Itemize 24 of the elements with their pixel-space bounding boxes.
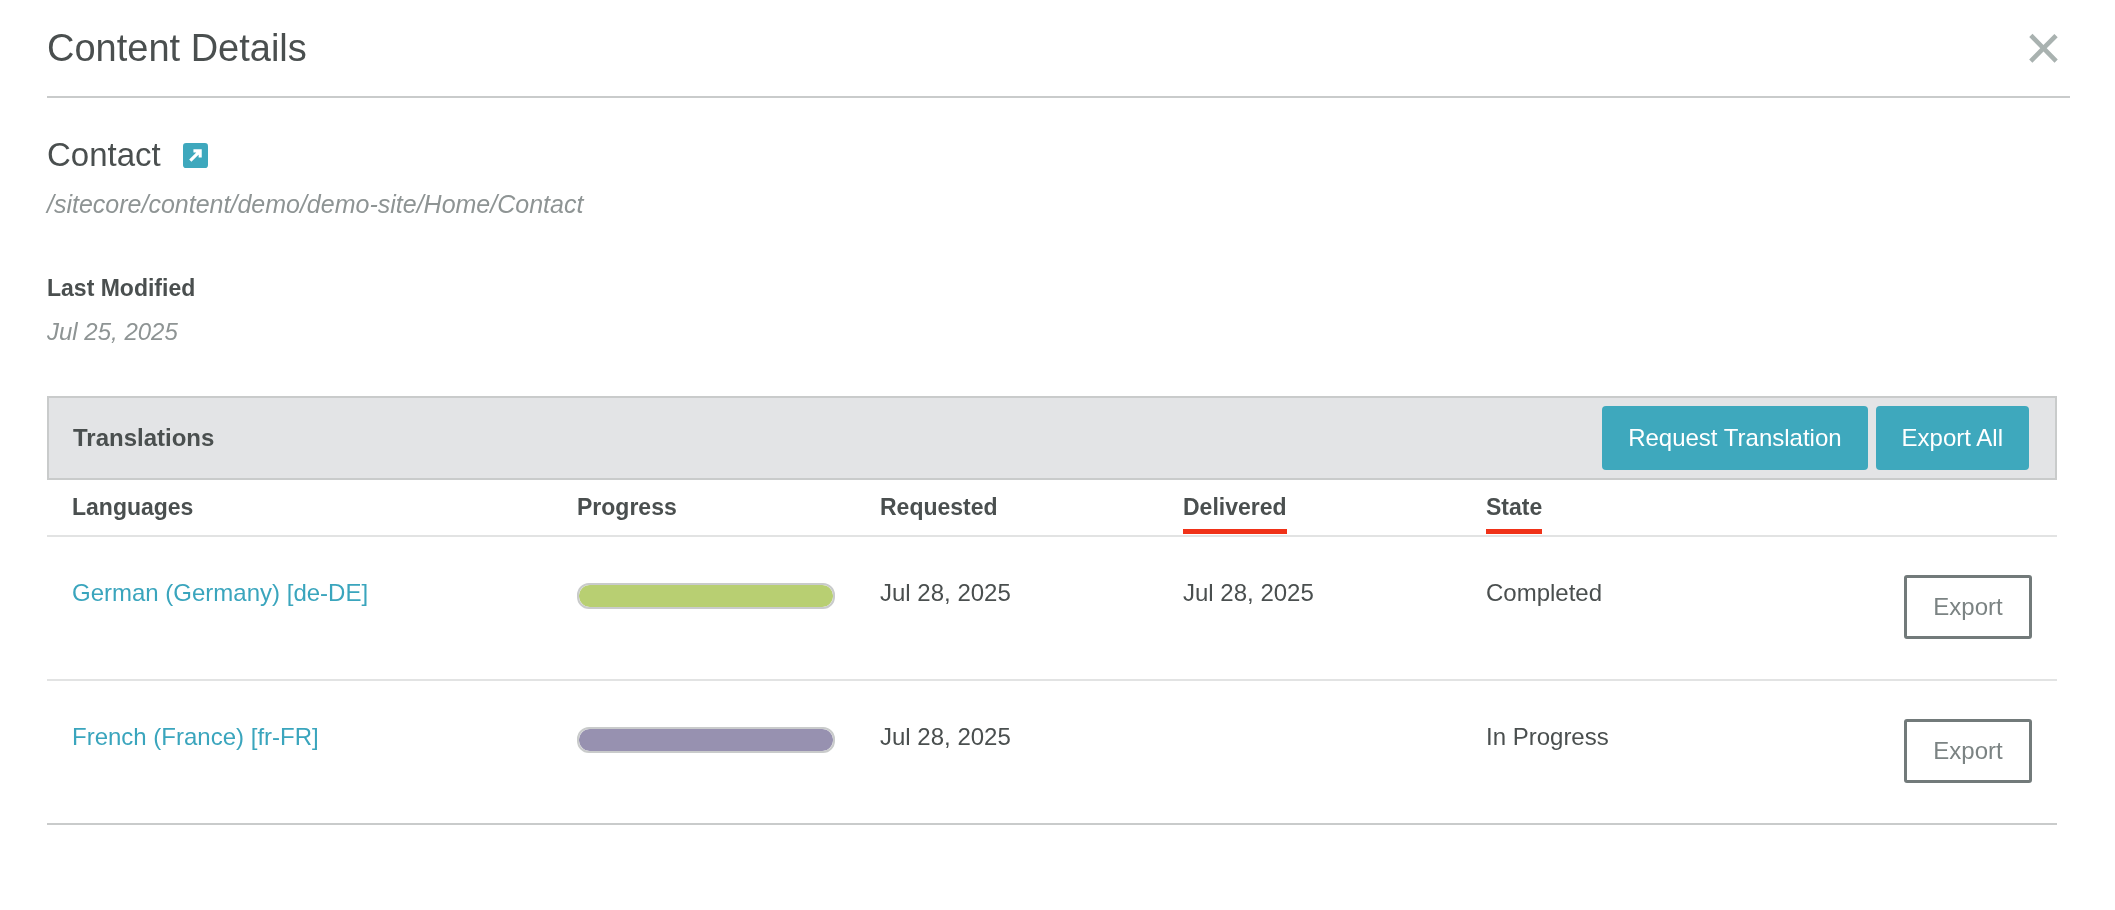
dialog-title: Content Details [47, 26, 307, 70]
export-button[interactable]: Export [1904, 575, 2032, 639]
delivered-date: Jul 28, 2025 [1183, 579, 1314, 606]
last-modified-label: Last Modified [47, 275, 197, 302]
action-button[interactable]: Request Translation [1602, 406, 1868, 470]
language-link[interactable]: German (Germany) [de-DE] [72, 579, 369, 606]
item-path: /sitecore/content/demo/demo-site/Home/Contact [47, 190, 586, 219]
column-header: State [1486, 493, 1543, 534]
state-text: In Progress [1486, 723, 1609, 750]
export-button[interactable]: Export [1904, 719, 2032, 783]
column-header: Progress [577, 493, 677, 522]
column-header: Languages [72, 493, 194, 522]
language-link[interactable]: French (France) [fr-FR] [72, 723, 319, 750]
translations-title: Translations [73, 424, 215, 452]
external-link-icon[interactable] [182, 142, 208, 168]
state-text: Completed [1486, 579, 1603, 606]
last-modified-date: Jul 25, 2025 [47, 318, 179, 346]
column-header: Delivered [1183, 493, 1287, 534]
requested-date: Jul 28, 2025 [880, 579, 1011, 606]
column-header: Requested [880, 493, 998, 522]
action-button[interactable]: Export All [1875, 406, 2029, 470]
close-button[interactable]: × [2016, 16, 2070, 80]
item-name: Contact [47, 136, 161, 174]
requested-date: Jul 28, 2025 [880, 723, 1011, 750]
